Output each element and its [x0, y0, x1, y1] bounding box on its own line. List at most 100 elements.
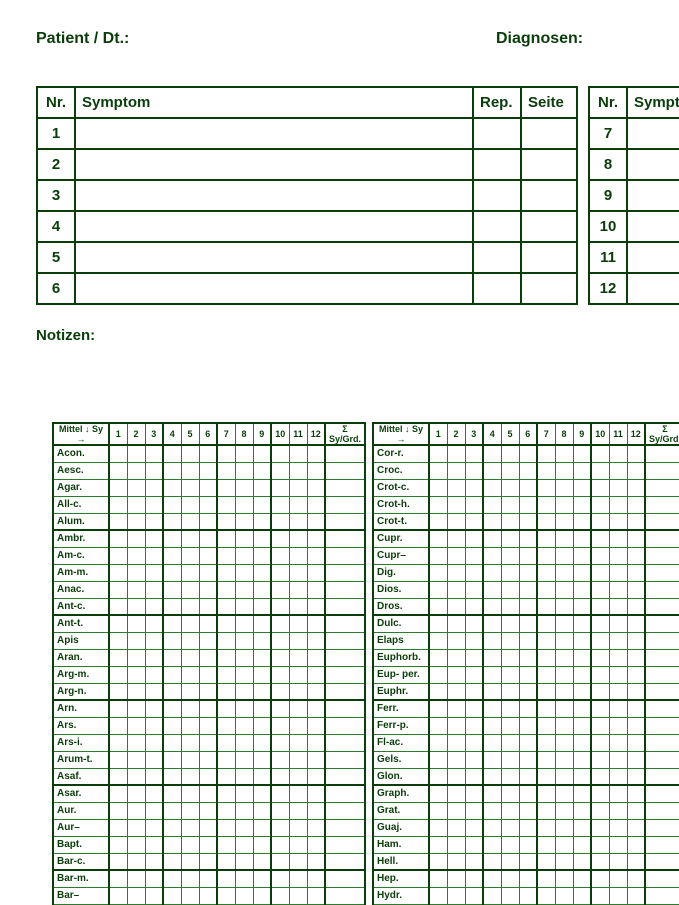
- remedy-cell[interactable]: [573, 717, 591, 734]
- remedy-cell[interactable]: [109, 581, 127, 598]
- remedy-cell[interactable]: [609, 445, 627, 462]
- remedy-cell[interactable]: [271, 530, 289, 547]
- remedy-cell[interactable]: [537, 768, 555, 785]
- remedy-cell[interactable]: [627, 479, 645, 496]
- remedy-cell[interactable]: [429, 598, 447, 615]
- remedy-cell[interactable]: [145, 598, 163, 615]
- remedy-cell[interactable]: [163, 717, 181, 734]
- remedy-cell[interactable]: [555, 615, 573, 632]
- remedy-cell[interactable]: [199, 785, 217, 802]
- remedy-cell[interactable]: [253, 547, 271, 564]
- remedy-cell[interactable]: [307, 564, 325, 581]
- remedy-cell[interactable]: [271, 547, 289, 564]
- remedy-cell[interactable]: [501, 785, 519, 802]
- remedy-cell[interactable]: [253, 615, 271, 632]
- remedy-sum-cell[interactable]: [325, 649, 365, 666]
- remedy-cell[interactable]: [609, 700, 627, 717]
- remedy-cell[interactable]: [519, 547, 537, 564]
- remedy-cell[interactable]: [163, 819, 181, 836]
- cell-sym[interactable]: [627, 180, 679, 211]
- remedy-cell[interactable]: [181, 513, 199, 530]
- remedy-cell[interactable]: [573, 496, 591, 513]
- remedy-cell[interactable]: [627, 887, 645, 904]
- remedy-cell[interactable]: [307, 462, 325, 479]
- remedy-cell[interactable]: [483, 547, 501, 564]
- remedy-cell[interactable]: [271, 445, 289, 462]
- remedy-cell[interactable]: [181, 547, 199, 564]
- remedy-cell[interactable]: [271, 870, 289, 887]
- remedy-cell[interactable]: [163, 581, 181, 598]
- remedy-cell[interactable]: [181, 615, 199, 632]
- remedy-cell[interactable]: [289, 819, 307, 836]
- remedy-cell[interactable]: [429, 853, 447, 870]
- remedy-cell[interactable]: [109, 649, 127, 666]
- remedy-cell[interactable]: [307, 513, 325, 530]
- remedy-cell[interactable]: [271, 513, 289, 530]
- remedy-cell[interactable]: [289, 564, 307, 581]
- remedy-cell[interactable]: [109, 887, 127, 904]
- remedy-cell[interactable]: [235, 785, 253, 802]
- remedy-cell[interactable]: [127, 530, 145, 547]
- remedy-cell[interactable]: [627, 632, 645, 649]
- remedy-sum-cell[interactable]: [645, 615, 679, 632]
- remedy-sum-cell[interactable]: [325, 530, 365, 547]
- remedy-cell[interactable]: [627, 666, 645, 683]
- remedy-cell[interactable]: [271, 496, 289, 513]
- remedy-cell[interactable]: [627, 598, 645, 615]
- remedy-cell[interactable]: [181, 649, 199, 666]
- remedy-sum-cell[interactable]: [645, 564, 679, 581]
- cell-sym[interactable]: [75, 211, 473, 242]
- remedy-cell[interactable]: [217, 530, 235, 547]
- remedy-cell[interactable]: [519, 887, 537, 904]
- remedy-sum-cell[interactable]: [645, 462, 679, 479]
- remedy-cell[interactable]: [519, 479, 537, 496]
- remedy-cell[interactable]: [271, 615, 289, 632]
- remedy-cell[interactable]: [537, 887, 555, 904]
- remedy-cell[interactable]: [519, 649, 537, 666]
- remedy-cell[interactable]: [591, 513, 609, 530]
- remedy-cell[interactable]: [537, 666, 555, 683]
- remedy-cell[interactable]: [555, 683, 573, 700]
- remedy-cell[interactable]: [127, 819, 145, 836]
- remedy-cell[interactable]: [447, 513, 465, 530]
- remedy-cell[interactable]: [573, 683, 591, 700]
- cell-rep[interactable]: [473, 118, 521, 149]
- remedy-cell[interactable]: [163, 853, 181, 870]
- remedy-cell[interactable]: [537, 496, 555, 513]
- remedy-cell[interactable]: [199, 632, 217, 649]
- remedy-cell[interactable]: [555, 785, 573, 802]
- remedy-cell[interactable]: [627, 445, 645, 462]
- remedy-cell[interactable]: [627, 581, 645, 598]
- remedy-cell[interactable]: [591, 649, 609, 666]
- remedy-cell[interactable]: [519, 632, 537, 649]
- remedy-cell[interactable]: [253, 683, 271, 700]
- remedy-cell[interactable]: [591, 785, 609, 802]
- remedy-cell[interactable]: [253, 853, 271, 870]
- remedy-cell[interactable]: [573, 598, 591, 615]
- remedy-cell[interactable]: [555, 836, 573, 853]
- remedy-cell[interactable]: [519, 666, 537, 683]
- remedy-cell[interactable]: [537, 462, 555, 479]
- remedy-cell[interactable]: [271, 785, 289, 802]
- remedy-cell[interactable]: [109, 836, 127, 853]
- remedy-cell[interactable]: [429, 700, 447, 717]
- remedy-cell[interactable]: [109, 853, 127, 870]
- remedy-cell[interactable]: [609, 887, 627, 904]
- remedy-cell[interactable]: [465, 530, 483, 547]
- remedy-cell[interactable]: [501, 717, 519, 734]
- remedy-cell[interactable]: [429, 751, 447, 768]
- remedy-cell[interactable]: [591, 819, 609, 836]
- remedy-cell[interactable]: [289, 581, 307, 598]
- cell-sym[interactable]: [627, 273, 679, 304]
- remedy-cell[interactable]: [555, 581, 573, 598]
- remedy-sum-cell[interactable]: [325, 870, 365, 887]
- remedy-cell[interactable]: [163, 496, 181, 513]
- remedy-cell[interactable]: [465, 496, 483, 513]
- remedy-cell[interactable]: [501, 513, 519, 530]
- remedy-cell[interactable]: [127, 853, 145, 870]
- cell-seite[interactable]: [521, 242, 577, 273]
- cell-seite[interactable]: [521, 211, 577, 242]
- remedy-cell[interactable]: [501, 666, 519, 683]
- remedy-sum-cell[interactable]: [325, 717, 365, 734]
- remedy-cell[interactable]: [199, 615, 217, 632]
